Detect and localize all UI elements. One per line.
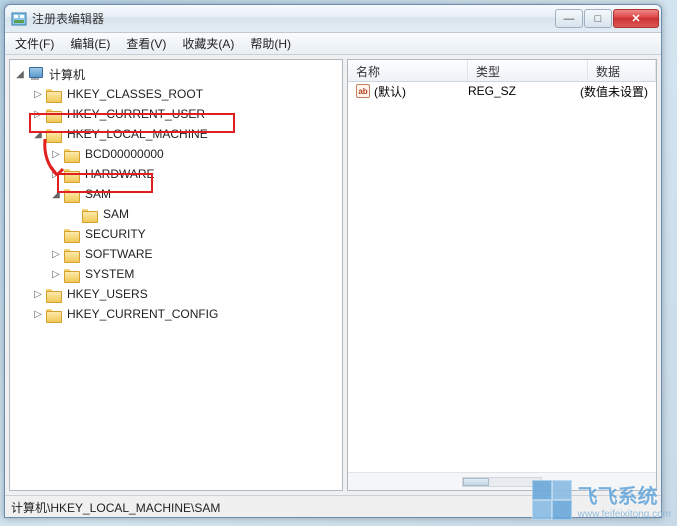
tree-node-system[interactable]: ▷ SYSTEM [50,264,340,284]
tree-label: HKEY_CURRENT_CONFIG [67,307,218,321]
toggle-icon[interactable]: ▷ [32,108,44,120]
computer-icon [28,67,44,81]
folder-icon [64,227,80,241]
menu-favorites[interactable]: 收藏夹(A) [174,33,242,54]
folder-icon [64,167,80,181]
menubar: 文件(F) 编辑(E) 查看(V) 收藏夹(A) 帮助(H) [5,33,661,55]
value-name: (默认) [374,83,406,100]
tree-node-hkcr[interactable]: ▷ HKEY_CLASSES_ROOT [32,84,340,104]
maximize-button[interactable]: □ [584,9,612,28]
tree-node-hardware[interactable]: ▷ HARDWARE [50,164,340,184]
tree-node-security[interactable]: SECURITY [50,224,340,244]
tree-label: 计算机 [49,66,85,83]
tree-node-sam[interactable]: ◢ SAM [50,184,340,204]
folder-icon [46,107,62,121]
toggle-icon[interactable]: ▷ [50,268,62,280]
titlebar[interactable]: 注册表编辑器 — □ ✕ [5,5,661,33]
tree-label: BCD00000000 [85,147,164,161]
value-row[interactable]: ab (默认) REG_SZ (数值未设置) [348,82,656,100]
toggle-icon[interactable]: ▷ [32,308,44,320]
folder-icon [46,307,62,321]
folder-icon [46,287,62,301]
col-header-type[interactable]: 类型 [468,60,588,81]
menu-help[interactable]: 帮助(H) [242,33,299,54]
tree-node-hku[interactable]: ▷ HKEY_USERS [32,284,340,304]
watermark-url: www.feifeixitong.com [578,509,671,520]
tree-pane[interactable]: ◢ 计算机 ▷ HKEY_CLASSES_ROOT ▷ [9,59,343,491]
content-area: ◢ 计算机 ▷ HKEY_CLASSES_ROOT ▷ [5,55,661,495]
tree-node-hklm[interactable]: ◢ HKEY_LOCAL_MACHINE [32,124,340,144]
toggle-icon[interactable]: ◢ [50,188,62,200]
folder-icon [64,187,80,201]
menu-edit[interactable]: 编辑(E) [62,33,118,54]
toggle-icon[interactable]: ◢ [14,68,26,80]
toggle-icon[interactable]: ▷ [32,288,44,300]
menu-view[interactable]: 查看(V) [118,33,174,54]
string-value-icon: ab [356,84,370,98]
toggle-spacer [50,228,62,240]
tree-node-software[interactable]: ▷ SOFTWARE [50,244,340,264]
scroll-thumb[interactable] [463,478,489,486]
tree-label: HKEY_USERS [67,287,148,301]
tree-node-computer[interactable]: ◢ 计算机 [14,64,340,84]
tree-node-sam-child[interactable]: SAM [68,204,340,224]
tree-node-hkcu[interactable]: ▷ HKEY_CURRENT_USER [32,104,340,124]
registry-editor-window: 注册表编辑器 — □ ✕ 文件(F) 编辑(E) 查看(V) 收藏夹(A) 帮助… [4,4,662,518]
folder-icon [82,207,98,221]
tree-label: HKEY_CLASSES_ROOT [67,87,203,101]
toggle-spacer [68,208,80,220]
tree-label: SAM [85,187,111,201]
tree-label: SOFTWARE [85,247,153,261]
minimize-button[interactable]: — [555,9,583,28]
folder-icon [64,247,80,261]
toggle-icon[interactable]: ▷ [32,88,44,100]
folder-icon [64,267,80,281]
tree-label: HKEY_LOCAL_MACHINE [67,127,208,141]
value-type: REG_SZ [460,84,572,98]
window-title: 注册表编辑器 [32,10,555,27]
values-pane[interactable]: 名称 类型 数据 ab (默认) REG_SZ (数值未设置) [347,59,657,491]
toggle-icon[interactable]: ▷ [50,148,62,160]
app-icon [11,11,27,27]
value-data: (数值未设置) [572,83,656,100]
col-header-data[interactable]: 数据 [588,60,656,81]
watermark: 飞飞系统 www.feifeixitong.com [532,480,671,520]
status-path: 计算机\HKEY_LOCAL_MACHINE\SAM [11,501,220,515]
menu-file[interactable]: 文件(F) [7,33,62,54]
folder-icon [46,127,62,141]
folder-icon [46,87,62,101]
close-button[interactable]: ✕ [613,9,659,28]
tree-label: HKEY_CURRENT_USER [67,107,205,121]
column-headers: 名称 类型 数据 [348,60,656,82]
watermark-text: 飞飞系统 [578,480,671,509]
tree-label: SYSTEM [85,267,134,281]
tree-node-bcd[interactable]: ▷ BCD00000000 [50,144,340,164]
values-list: ab (默认) REG_SZ (数值未设置) [348,82,656,472]
tree-label: SAM [103,207,129,221]
toggle-icon[interactable]: ▷ [50,248,62,260]
tree-label: SECURITY [85,227,146,241]
toggle-icon[interactable]: ◢ [32,128,44,140]
toggle-icon[interactable]: ▷ [50,168,62,180]
tree-label: HARDWARE [85,167,155,181]
folder-icon [64,147,80,161]
tree-node-hkcc[interactable]: ▷ HKEY_CURRENT_CONFIG [32,304,340,324]
watermark-logo-icon [532,480,572,520]
col-header-name[interactable]: 名称 [348,60,468,81]
